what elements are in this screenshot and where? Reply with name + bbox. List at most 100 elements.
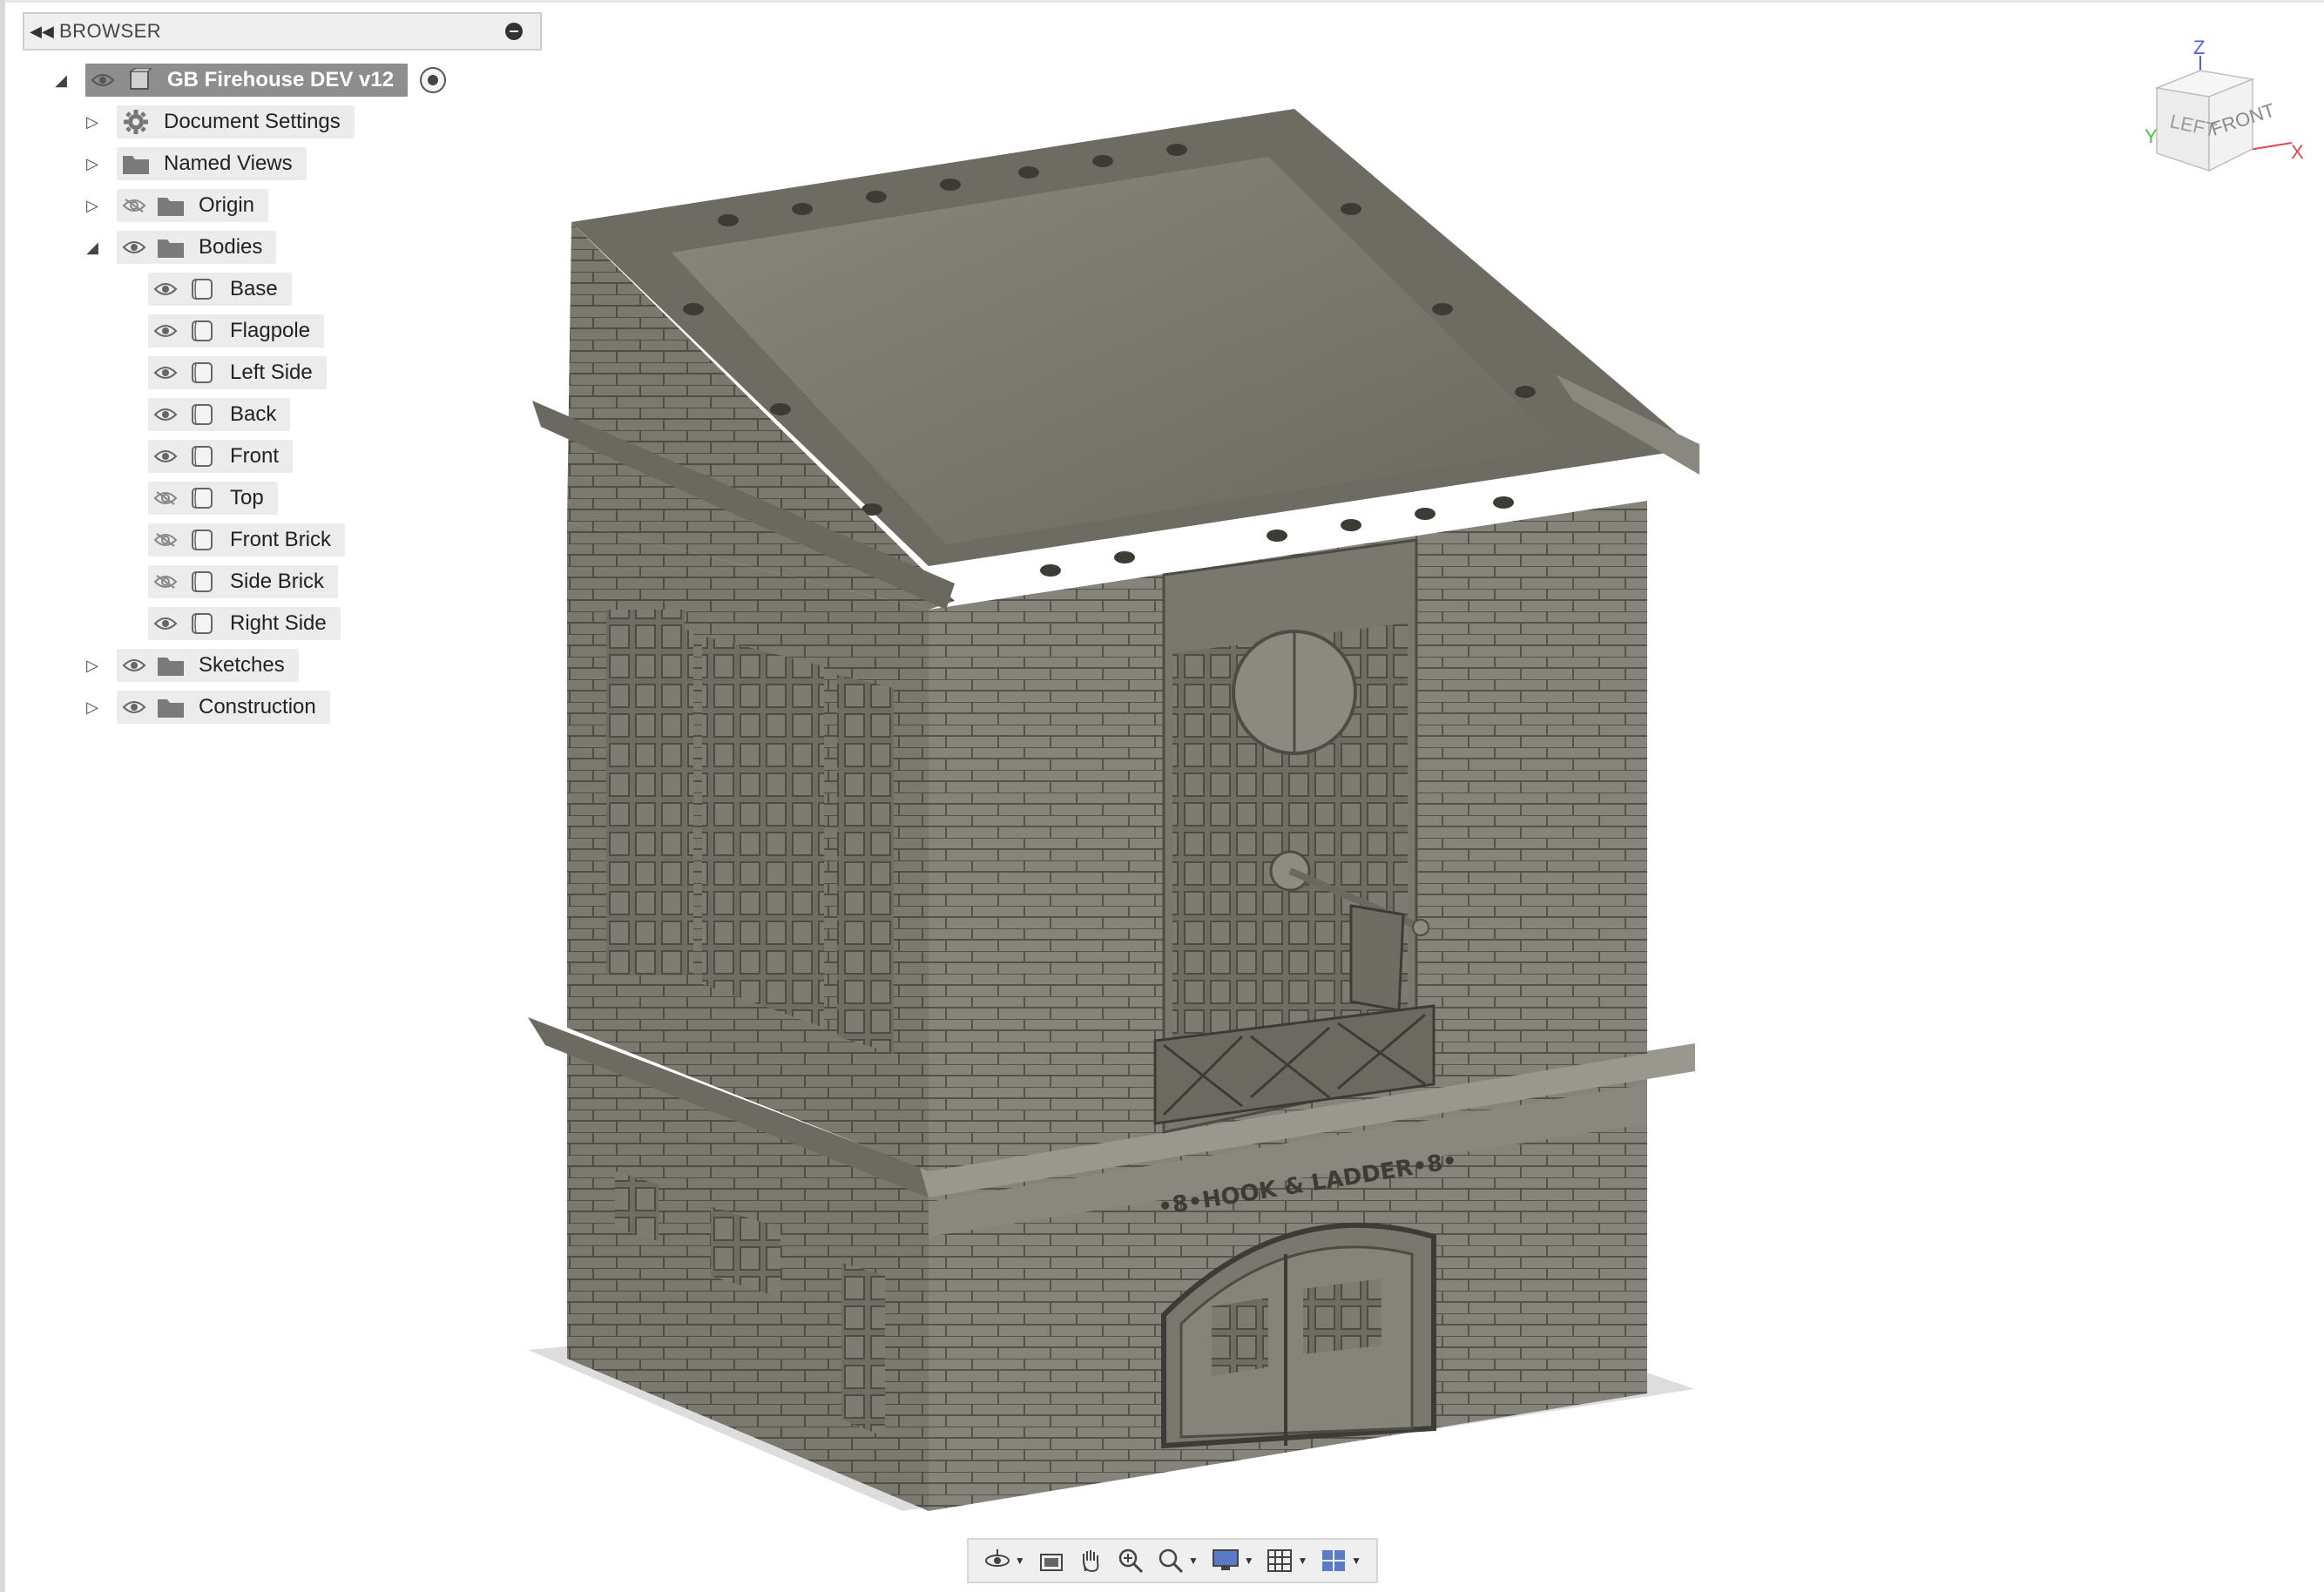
dropdown-caret-icon[interactable]: ▼ xyxy=(1244,1555,1254,1567)
folder-icon xyxy=(152,649,190,682)
tree-item-pill[interactable]: Bodies xyxy=(117,231,277,264)
eye-hidden-icon[interactable] xyxy=(148,565,183,598)
folder-icon xyxy=(152,691,190,724)
body-icon xyxy=(183,398,221,431)
body-item-front[interactable]: Front xyxy=(148,439,294,474)
tree-item-label: Bodies xyxy=(199,235,263,259)
eye-icon[interactable] xyxy=(148,398,183,431)
body-label: Front Brick xyxy=(230,528,332,551)
body-label: Base xyxy=(230,277,278,300)
tree-item-pill[interactable]: Construction xyxy=(117,691,330,724)
expand-triangle-icon[interactable]: ▷ xyxy=(82,153,103,174)
tree-item-pill[interactable]: Document Settings xyxy=(117,105,355,138)
tree-item-pill[interactable]: Side Brick xyxy=(148,565,339,598)
eye-icon[interactable] xyxy=(85,64,120,97)
gear-icon xyxy=(117,105,155,138)
eye-icon[interactable] xyxy=(148,356,183,389)
tree-item-pill[interactable]: Named Views xyxy=(117,147,307,180)
tree-item-pill[interactable]: Right Side xyxy=(148,607,341,640)
body-item-back[interactable]: Back xyxy=(148,397,291,432)
look-at-icon[interactable] xyxy=(1037,1543,1065,1578)
firehouse-model[interactable]: •8•HOOK & LADDER•8• xyxy=(5,0,2324,1592)
body-item-right-side[interactable]: Right Side xyxy=(148,606,341,641)
display-settings-icon[interactable]: ▼ xyxy=(1211,1543,1254,1578)
tree-item-origin[interactable]: ▷ Origin xyxy=(82,188,269,223)
body-item-top[interactable]: Top xyxy=(148,481,278,516)
eye-icon[interactable] xyxy=(117,691,152,724)
axis-x-label: X xyxy=(2291,141,2304,163)
folder-icon xyxy=(117,147,155,180)
body-item-base[interactable]: Base xyxy=(148,272,292,307)
tree-item-pill[interactable]: Top xyxy=(148,482,278,515)
body-label: Front xyxy=(230,444,280,468)
tree-item-pill[interactable]: Sketches xyxy=(117,649,299,682)
garage-door-window-left xyxy=(1212,1298,1268,1376)
body-item-side-brick[interactable]: Side Brick xyxy=(148,564,339,599)
dropdown-caret-icon[interactable]: ▼ xyxy=(1188,1555,1199,1567)
eye-hidden-icon[interactable] xyxy=(117,189,152,222)
body-icon xyxy=(183,523,221,557)
eye-icon[interactable] xyxy=(148,440,183,473)
tree-item-document-settings[interactable]: ▷ Document Settings xyxy=(82,105,355,139)
dropdown-caret-icon[interactable]: ▼ xyxy=(1297,1555,1307,1567)
collapse-triangle-icon[interactable]: ◢ xyxy=(82,237,103,258)
axis-y-label: Y xyxy=(2145,125,2158,147)
ground-door-side xyxy=(841,1263,885,1437)
eye-icon[interactable] xyxy=(148,607,183,640)
tree-root-pill[interactable]: GB Firehouse DEV v12 xyxy=(85,64,409,97)
body-item-front-brick[interactable]: Front Brick xyxy=(148,523,346,557)
flag-emblem xyxy=(1349,904,1405,1012)
collapse-triangle-icon[interactable]: ◢ xyxy=(51,70,71,91)
tree-item-pill[interactable]: Front Brick xyxy=(148,523,346,557)
dropdown-caret-icon[interactable]: ▼ xyxy=(1351,1555,1361,1567)
eye-icon[interactable] xyxy=(148,314,183,347)
tree-item-label: Sketches xyxy=(199,653,285,677)
pan-icon[interactable] xyxy=(1077,1543,1105,1578)
body-label: Side Brick xyxy=(230,570,325,593)
expand-triangle-icon[interactable]: ▷ xyxy=(82,697,103,718)
garage-door-window-right xyxy=(1303,1278,1382,1354)
document-icon xyxy=(120,64,159,97)
body-icon xyxy=(183,273,221,306)
expand-triangle-icon[interactable]: ▷ xyxy=(82,655,103,676)
body-icon xyxy=(183,356,221,389)
eye-icon[interactable] xyxy=(117,649,152,682)
eye-icon[interactable] xyxy=(148,273,183,306)
eye-hidden-icon[interactable] xyxy=(148,482,183,515)
tree-item-pill[interactable]: Base xyxy=(148,273,292,306)
eye-icon[interactable] xyxy=(117,231,152,264)
tree-item-pill[interactable]: Front xyxy=(148,440,294,473)
tree-root-row[interactable]: ◢ GB Firehouse DEV v12 xyxy=(51,63,447,98)
eye-hidden-icon[interactable] xyxy=(148,523,183,557)
tree-item-label: Document Settings xyxy=(164,110,341,133)
expand-triangle-icon[interactable]: ▷ xyxy=(82,195,103,216)
tree-item-sketches[interactable]: ▷ Sketches xyxy=(82,648,299,683)
tree-item-pill[interactable]: Flagpole xyxy=(148,314,325,347)
orbit-icon[interactable]: ▼ xyxy=(983,1543,1025,1578)
tree-item-pill[interactable]: Left Side xyxy=(148,356,327,389)
viewports-icon[interactable]: ▼ xyxy=(1320,1543,1361,1578)
minimize-icon[interactable] xyxy=(505,23,523,40)
grid-icon[interactable]: ▼ xyxy=(1266,1543,1307,1578)
tree-item-label: Construction xyxy=(199,695,316,718)
body-label: Top xyxy=(230,486,264,509)
body-item-flagpole[interactable]: Flagpole xyxy=(148,314,325,348)
view-cube[interactable]: LEFT FRONT Z X Y xyxy=(2131,40,2305,197)
rewind-icon[interactable]: ◀◀ xyxy=(24,23,59,41)
tree-item-construction[interactable]: ▷ Construction xyxy=(82,690,330,725)
tree-item-label: Named Views xyxy=(164,152,293,175)
zoom-icon[interactable] xyxy=(1117,1543,1145,1578)
fit-icon[interactable]: ▼ xyxy=(1157,1543,1199,1578)
dropdown-caret-icon[interactable]: ▼ xyxy=(1015,1555,1025,1567)
body-icon xyxy=(183,314,221,347)
canvas-viewport[interactable]: •8•HOOK & LADDER•8• ◀◀ BROWSER ◢ GB Fire… xyxy=(0,0,2324,1592)
tree-item-pill[interactable]: Back xyxy=(148,398,291,431)
tree-item-pill[interactable]: Origin xyxy=(117,189,269,222)
activate-radio-icon[interactable] xyxy=(420,67,447,93)
tree-item-bodies[interactable]: ◢ Bodies xyxy=(82,230,277,265)
expand-triangle-icon[interactable]: ▷ xyxy=(82,111,103,132)
tree-item-named-views[interactable]: ▷ Named Views xyxy=(82,146,307,181)
body-label: Right Side xyxy=(230,611,327,635)
folder-icon xyxy=(152,189,190,222)
body-item-left-side[interactable]: Left Side xyxy=(148,355,327,390)
